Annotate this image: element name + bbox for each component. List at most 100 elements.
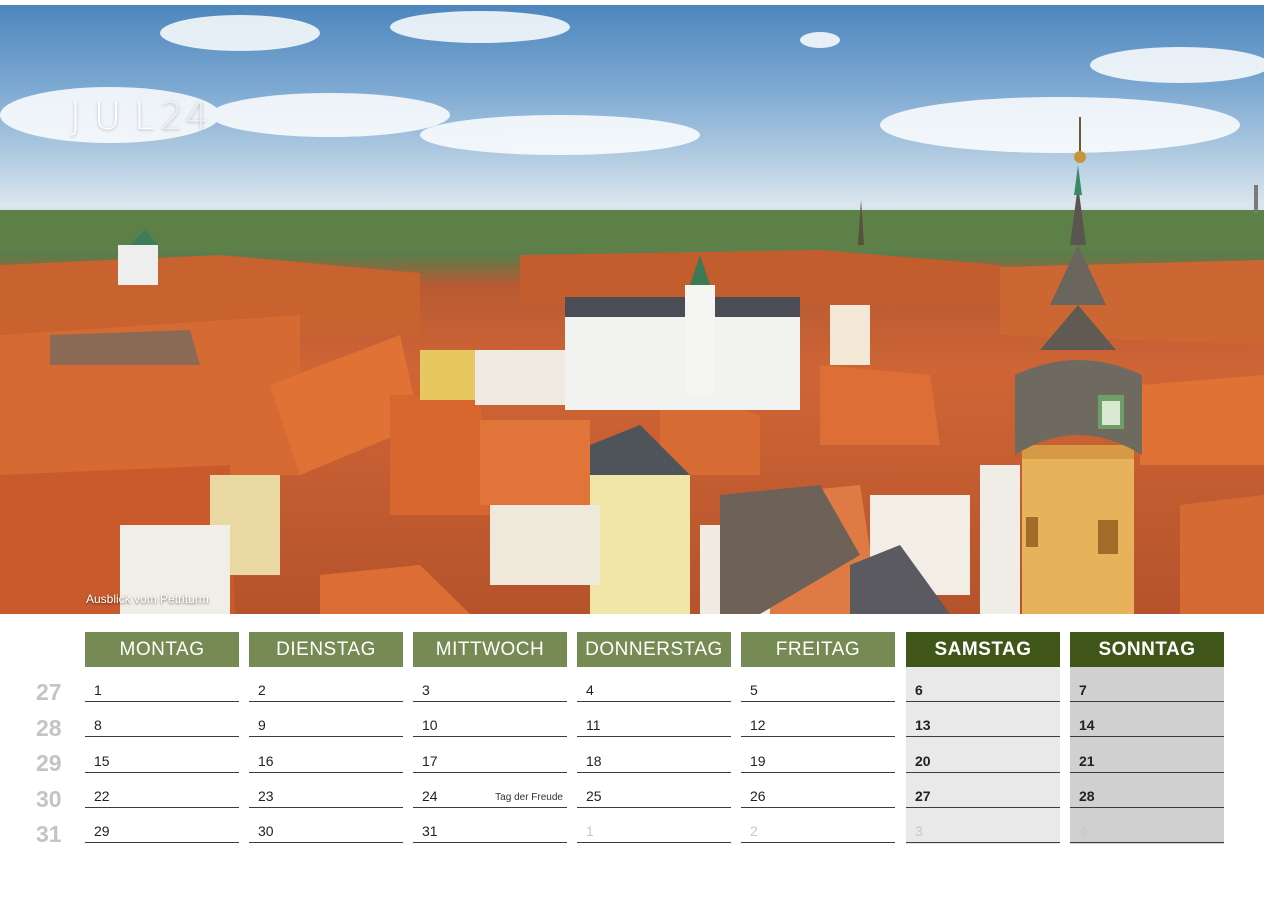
day-cell: 10 <box>413 702 567 737</box>
day-cell: 13 <box>906 702 1060 737</box>
day-cell: 22 <box>85 773 239 808</box>
day-header-friday: FREITAG <box>741 632 895 667</box>
day-cell: 31 <box>413 808 567 843</box>
day-number: 27 <box>915 788 931 804</box>
day-cell: 15 <box>85 738 239 773</box>
day-cell: 5 <box>741 667 895 702</box>
day-number: 29 <box>94 823 110 839</box>
month-label: JUL <box>70 95 168 138</box>
day-cell: 12 <box>741 702 895 737</box>
day-cell: 1 <box>577 808 731 843</box>
day-number: 9 <box>258 717 266 733</box>
day-number: 8 <box>94 717 102 733</box>
week-number: 30 <box>36 786 62 812</box>
day-number: 16 <box>258 753 274 769</box>
day-header-saturday: SAMSTAG <box>906 632 1060 667</box>
day-cell: 16 <box>249 738 403 773</box>
column-monday: MONTAG 1 8 15 22 29 <box>85 632 239 844</box>
day-cell: 11 <box>577 702 731 737</box>
day-number: 5 <box>750 682 758 698</box>
day-cell: 3 <box>413 667 567 702</box>
day-header-sunday: SONNTAG <box>1070 632 1224 667</box>
day-number-next-month: 1 <box>586 823 594 839</box>
column-thursday: DONNERSTAG 4 11 18 25 1 <box>577 632 731 844</box>
day-cell: 4 <box>577 667 731 702</box>
day-cells: 1 8 15 22 29 <box>85 667 239 844</box>
day-cell: 2 <box>741 808 895 843</box>
calendar-grid: 27 28 29 30 31 MONTAG 1 8 15 22 29 DIENS… <box>0 632 1264 852</box>
day-cell: 4 <box>1070 808 1224 843</box>
day-cells: 4 11 18 25 1 <box>577 667 731 844</box>
day-number: 12 <box>750 717 766 733</box>
day-number: 4 <box>586 682 594 698</box>
day-cell: 6 <box>906 667 1060 702</box>
day-header-wednesday: MITTWOCH <box>413 632 567 667</box>
day-cells: 7 14 21 28 4 <box>1070 667 1224 844</box>
day-number-next-month: 3 <box>915 823 923 839</box>
column-sunday: SONNTAG 7 14 21 28 4 <box>1070 632 1224 844</box>
day-cell: 30 <box>249 808 403 843</box>
day-cell: 9 <box>249 702 403 737</box>
column-saturday: SAMSTAG 6 13 20 27 3 <box>906 632 1060 844</box>
day-cell: 1 <box>85 667 239 702</box>
day-number: 20 <box>915 753 931 769</box>
day-number: 2 <box>258 682 266 698</box>
week-number: 29 <box>36 750 62 776</box>
day-number-next-month: 4 <box>1079 823 1087 839</box>
day-number: 22 <box>94 788 110 804</box>
day-number: 19 <box>750 753 766 769</box>
day-number: 6 <box>915 682 923 698</box>
day-number: 30 <box>258 823 274 839</box>
day-cell: 8 <box>85 702 239 737</box>
week-number: 28 <box>36 715 62 741</box>
day-number: 15 <box>94 753 110 769</box>
day-number-next-month: 2 <box>750 823 758 839</box>
day-cell: 14 <box>1070 702 1224 737</box>
day-number: 26 <box>750 788 766 804</box>
day-number: 17 <box>422 753 438 769</box>
day-number: 18 <box>586 753 602 769</box>
header-photo: JUL24 Ausblick vom Petriturm <box>0 5 1264 614</box>
week-number: 27 <box>36 679 62 705</box>
day-cell: 18 <box>577 738 731 773</box>
day-header-tuesday: DIENSTAG <box>249 632 403 667</box>
day-cell: 3 <box>906 808 1060 843</box>
day-cell: 19 <box>741 738 895 773</box>
column-wednesday: MITTWOCH 3 10 17 24 Tag der Freude 31 <box>413 632 567 844</box>
day-cell: 26 <box>741 773 895 808</box>
month-title: JUL24 <box>70 95 211 138</box>
day-cell: 20 <box>906 738 1060 773</box>
day-cell: 29 <box>85 808 239 843</box>
holiday-note: Tag der Freude <box>495 792 563 803</box>
column-tuesday: DIENSTAG 2 9 16 23 30 <box>249 632 403 844</box>
day-cell: 23 <box>249 773 403 808</box>
day-cell: 28 <box>1070 773 1224 808</box>
day-cell: 27 <box>906 773 1060 808</box>
day-number: 10 <box>422 717 438 733</box>
day-cell: 7 <box>1070 667 1224 702</box>
week-number: 31 <box>36 821 62 847</box>
day-number: 13 <box>915 717 931 733</box>
day-number: 3 <box>422 682 430 698</box>
day-number: 14 <box>1079 717 1095 733</box>
day-header-thursday: DONNERSTAG <box>577 632 731 667</box>
day-header-monday: MONTAG <box>85 632 239 667</box>
day-number: 11 <box>586 717 601 733</box>
day-cells: 2 9 16 23 30 <box>249 667 403 844</box>
day-number: 21 <box>1079 753 1095 769</box>
day-cells: 5 12 19 26 2 <box>741 667 895 844</box>
day-cells: 3 10 17 24 Tag der Freude 31 <box>413 667 567 844</box>
day-cell: 2 <box>249 667 403 702</box>
day-number: 7 <box>1079 682 1087 698</box>
photo-caption: Ausblick vom Petriturm <box>86 592 209 606</box>
day-cell: 21 <box>1070 738 1224 773</box>
year-label: 24 <box>159 95 211 138</box>
day-number: 1 <box>94 682 102 698</box>
day-cell: 25 <box>577 773 731 808</box>
day-cell: 17 <box>413 738 567 773</box>
day-cells: 6 13 20 27 3 <box>906 667 1060 844</box>
day-number: 31 <box>422 823 438 839</box>
day-number: 25 <box>586 788 602 804</box>
day-number: 23 <box>258 788 274 804</box>
day-cell: 24 Tag der Freude <box>413 773 567 808</box>
